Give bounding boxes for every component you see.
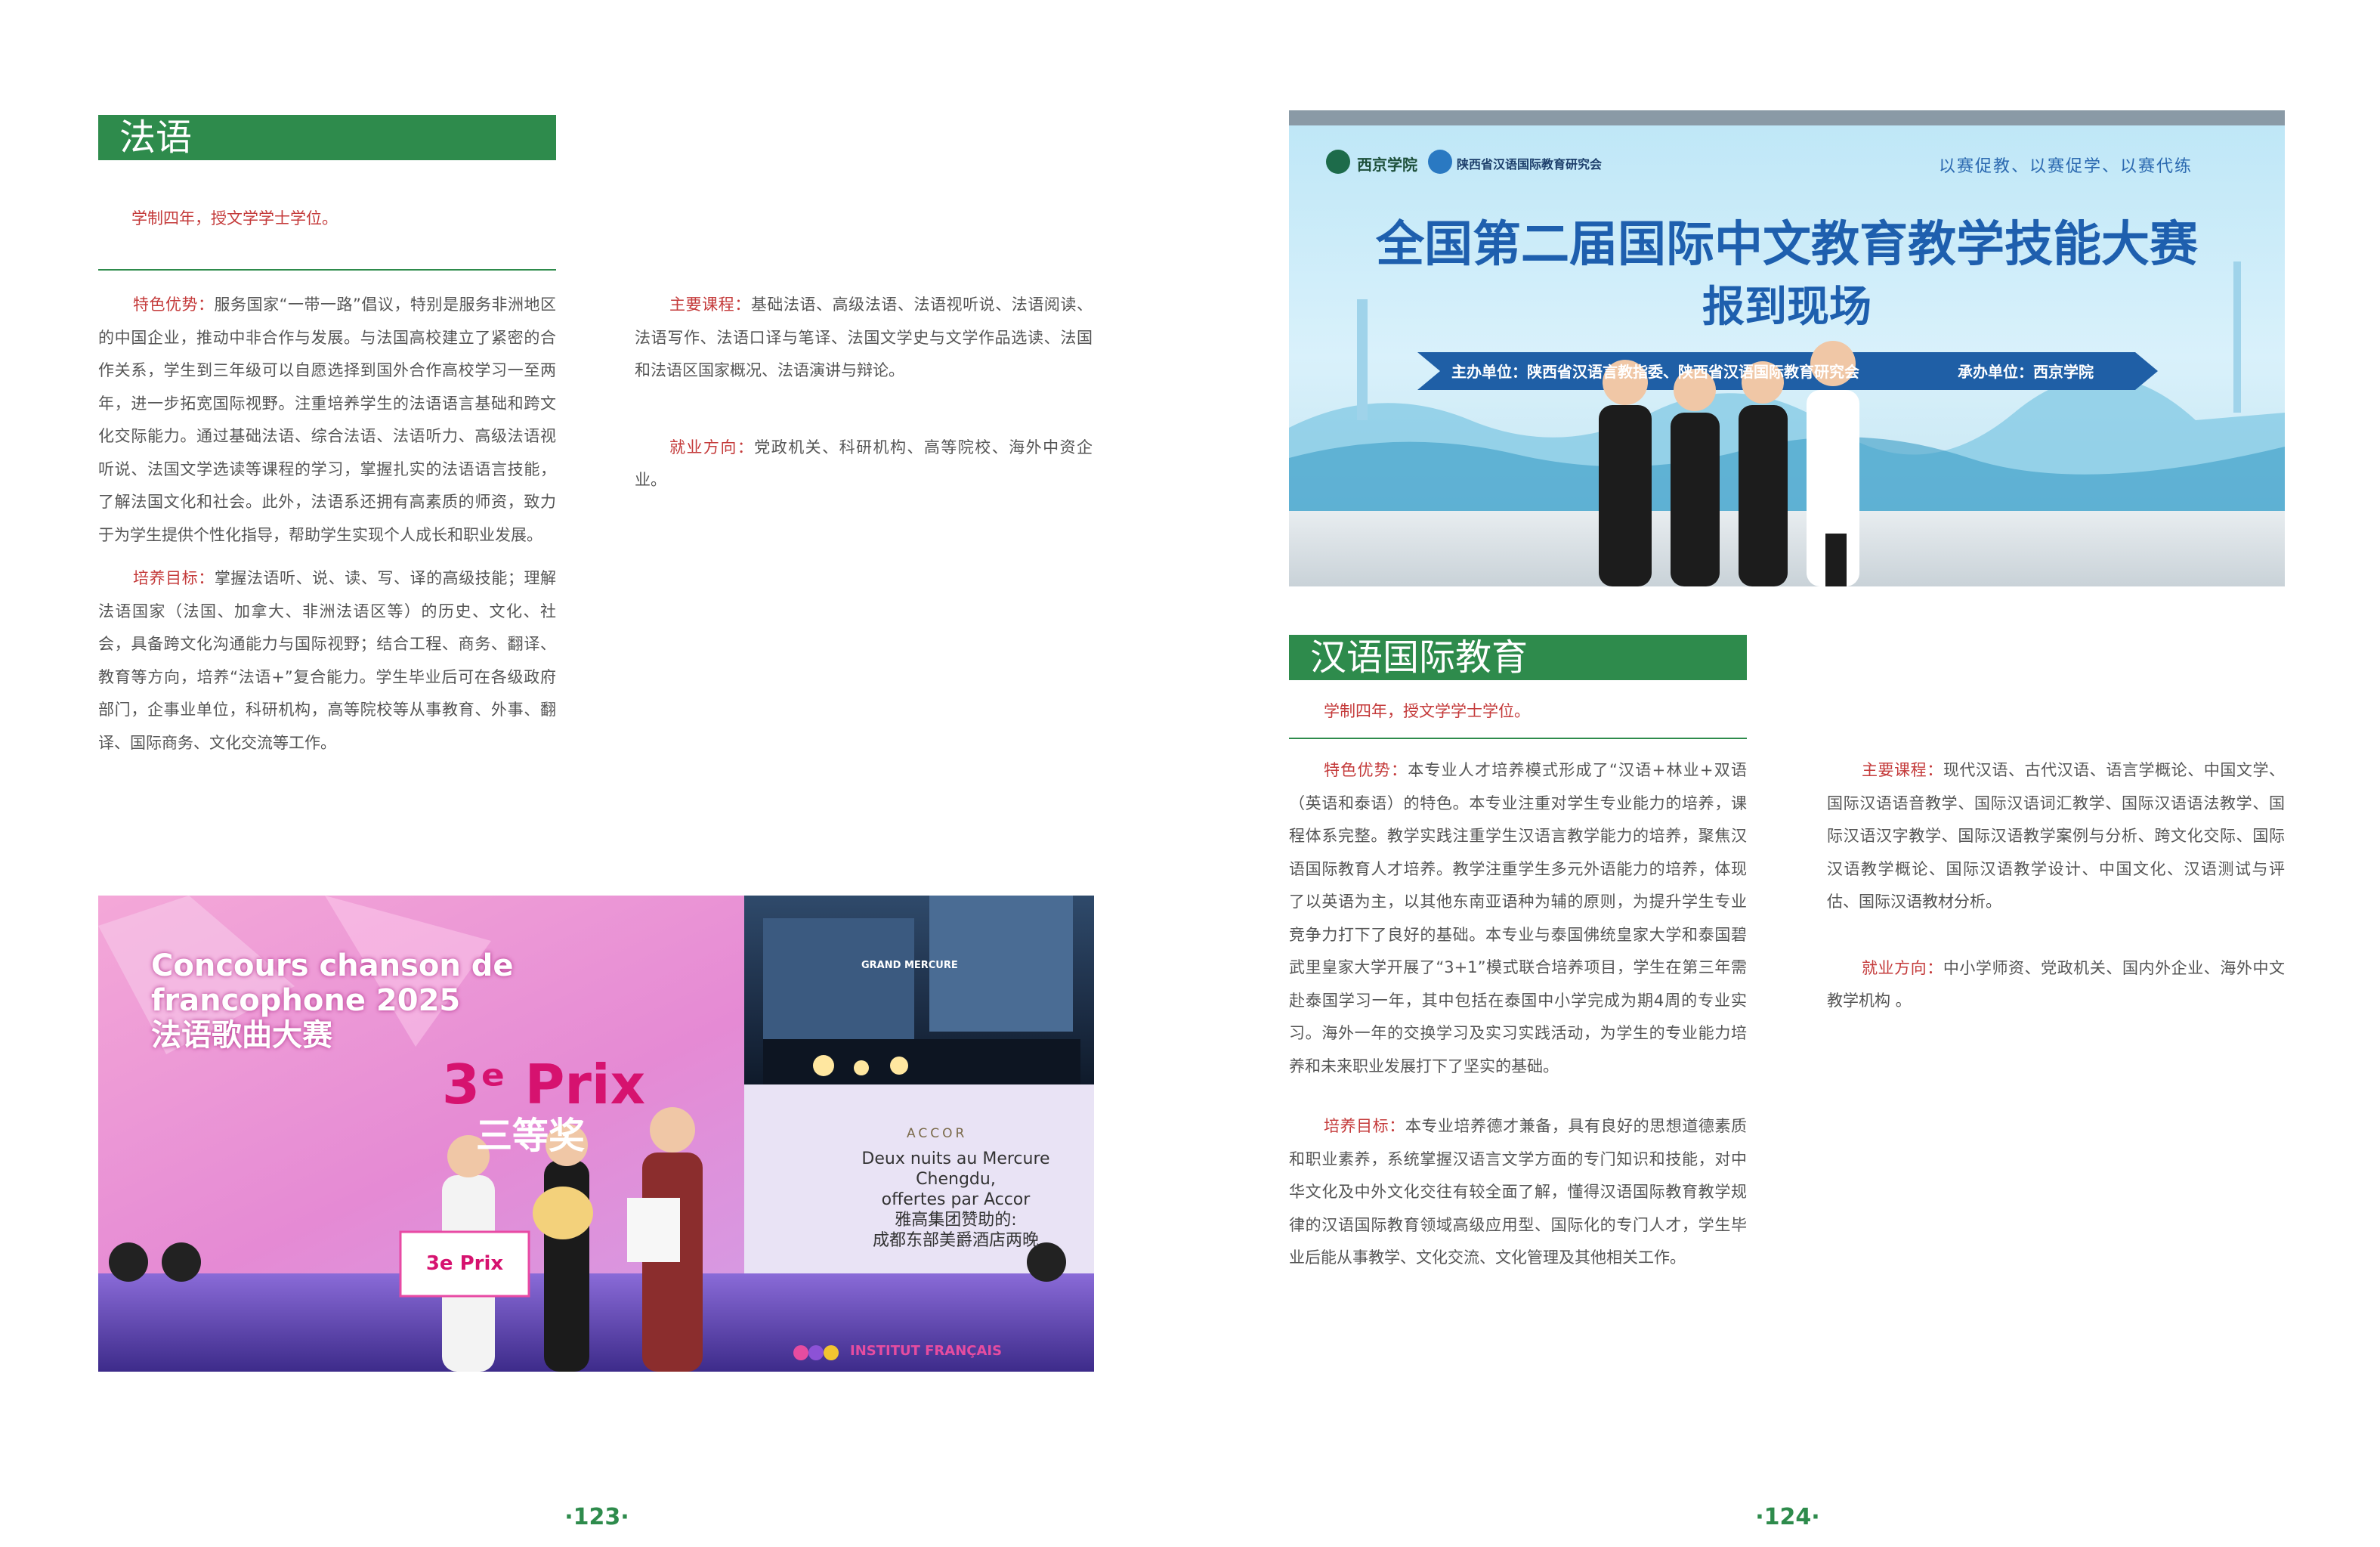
host-unit: 主办单位：陕西省汉语言教指委、陕西省汉语国际教育研究会 — [1451, 363, 1859, 381]
goal-label: 培养目标： — [133, 569, 215, 587]
page-number-right: ·124· — [1755, 1504, 1820, 1530]
chinese-left-column: 特色优势：本专业人才培养模式形成了“汉语+林业+双语（英语和泰语）的特色。本专业… — [1289, 754, 1747, 1275]
goal-text: 掌握法语听、说、读、写、译的高级技能；理解法语国家（法国、加拿大、非洲法语区等）… — [98, 569, 557, 752]
prize-label: 3ᵉ Prix — [442, 1053, 646, 1116]
french-duration: 学制四年，授文学学士学位。 — [131, 209, 338, 227]
courses-label: 主要课程： — [669, 295, 751, 314]
french-features: 特色优势：服务国家“一带一路”倡议，特别是服务非洲地区的中国企业，推动中非合作与… — [98, 289, 556, 552]
xijing-logo: 西京学院 — [1357, 156, 1417, 174]
contest-title-line2: francophone 2025 — [151, 983, 461, 1018]
features-text: 服务国家“一带一路”倡议，特别是服务非洲地区的中国企业，推动中非合作与发展。与法… — [98, 295, 556, 544]
offer-line1: Deux nuits au Mercure Chengdu, — [861, 1149, 1050, 1189]
contest-title-line1: Concours chanson de — [151, 948, 514, 983]
features-text: 本专业人才培养模式形成了“汉语+林业+双语（英语和泰语）的特色。本专业注重对学生… — [1289, 761, 1747, 1075]
competition-title: 全国第二届国际中文教育教学技能大赛 — [1376, 217, 2198, 273]
goal-label: 培养目标： — [1324, 1117, 1405, 1135]
chinese-features: 特色优势：本专业人才培养模式形成了“汉语+林业+双语（英语和泰语）的特色。本专业… — [1289, 754, 1747, 1083]
slogan: 以赛促教、以赛促学、以赛代练 — [1939, 157, 2193, 176]
chinese-courses: 主要课程：现代汉语、古代汉语、语言学概论、中国文学、国际汉语语音教学、国际汉语词… — [1827, 754, 2285, 919]
offer-cn1: 雅高集团赞助的: — [895, 1211, 1017, 1230]
institut-francais-logo: INSTITUT FRANÇAIS — [850, 1343, 1003, 1359]
french-contest-photo: Concours chanson de francophone 2025 法语歌… — [98, 896, 1094, 1372]
offer-line2: offertes par Accor — [881, 1190, 1031, 1209]
divider — [1289, 738, 1747, 739]
offer-cn2: 成都东部美爵酒店两晚 — [872, 1231, 1039, 1250]
features-label: 特色优势： — [133, 295, 215, 314]
goal-text: 本专业培养德才兼备，具有良好的思想道德素质和职业素养，系统掌握汉语言文学方面的专… — [1289, 1117, 1748, 1267]
contest-title: Concours chanson de francophone 2025 法语歌… — [151, 948, 514, 1053]
career-label: 就业方向： — [1862, 958, 1943, 977]
association-logo: 陕西省汉语国际教育研究会 — [1457, 157, 1603, 172]
features-label: 特色优势： — [1324, 761, 1408, 779]
contest-title-cn: 法语歌曲大赛 — [151, 1018, 332, 1053]
divider — [98, 269, 556, 271]
organizer-unit: 承办单位：西京学院 — [1958, 363, 2094, 381]
career-label: 就业方向： — [669, 438, 755, 456]
prize-label-cn: 三等奖 — [476, 1115, 586, 1157]
page-number-left: ·123· — [564, 1504, 629, 1530]
prize-board: 3e Prix — [425, 1252, 504, 1275]
hotel-offer: Deux nuits au Mercure Chengdu, offertes … — [824, 1149, 1088, 1251]
courses-label: 主要课程： — [1862, 761, 1943, 779]
courses-text: 现代汉语、古代汉语、语言学概论、中国文学、国际汉语语音教学、国际汉语词汇教学、国… — [1827, 761, 2286, 911]
chinese-duration: 学制四年，授文学学士学位。 — [1324, 702, 1530, 720]
hotel-sign: GRAND MERCURE — [861, 960, 958, 971]
french-goal: 培养目标：掌握法语听、说、读、写、译的高级技能；理解法语国家（法国、加拿大、非洲… — [98, 562, 556, 760]
chinese-career: 就业方向：中小学师资、党政机关、国内外企业、海外中文教学机构 。 — [1827, 952, 2285, 1018]
section-title-chinese-intl-education: 汉语国际教育 — [1289, 635, 1747, 680]
french-courses: 主要课程：基础法语、高级法语、法语视听说、法语阅读、法语写作、法语口译与笔译、法… — [635, 289, 1093, 388]
competition-photo: 西京学院 陕西省汉语国际教育研究会 以赛促教、以赛促学、以赛代练 全国第二届国际… — [1289, 110, 2285, 586]
french-career: 就业方向：党政机关、科研机构、高等院校、海外中资企业。 — [635, 432, 1093, 497]
french-right-column: 主要课程：基础法语、高级法语、法语视听说、法语阅读、法语写作、法语口译与笔译、法… — [635, 289, 1093, 497]
chinese-goal: 培养目标：本专业培养德才兼备，具有良好的思想道德素质和职业素养，系统掌握汉语言文… — [1289, 1110, 1747, 1275]
section-title-french: 法语 — [98, 115, 556, 160]
accor-logo: ACCOR — [907, 1126, 968, 1141]
chinese-right-column: 主要课程：现代汉语、古代汉语、语言学概论、中国文学、国际汉语语音教学、国际汉语词… — [1827, 754, 2285, 1018]
french-left-column: 特色优势：服务国家“一带一路”倡议，特别是服务非洲地区的中国企业，推动中非合作与… — [98, 289, 556, 760]
competition-subtitle: 报到现场 — [1702, 283, 1872, 332]
